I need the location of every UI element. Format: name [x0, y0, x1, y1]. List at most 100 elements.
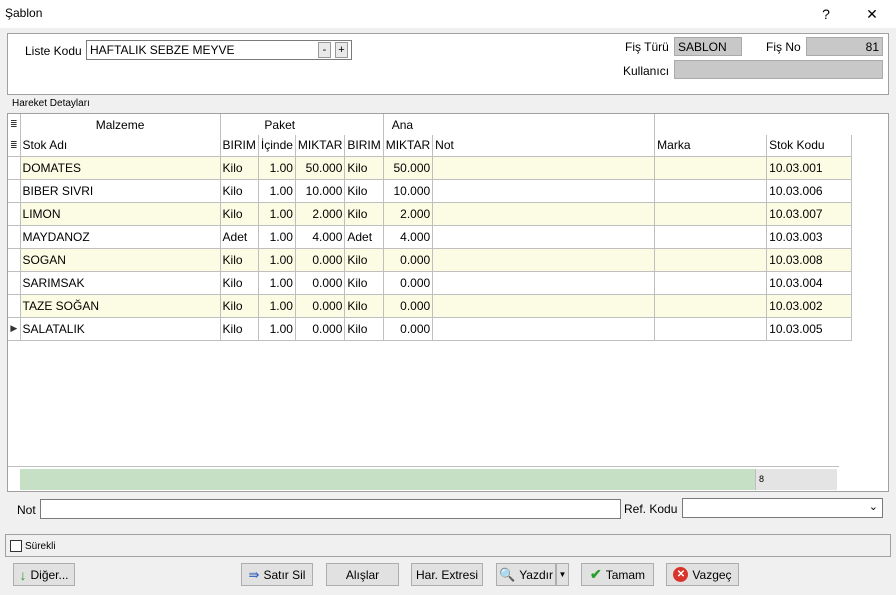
cell-ana-birim[interactable]: Kilo: [344, 317, 384, 341]
alislar-button[interactable]: Alışlar: [326, 563, 399, 586]
col-header-stok-kodu[interactable]: Stok Kodu: [766, 135, 853, 157]
row-indicator[interactable]: [8, 225, 21, 249]
cell-stok-kodu[interactable]: 10.03.004: [766, 271, 853, 295]
items-grid[interactable]: ≣ Malzeme Paket Ana ≣ Stok Adı BIRIM İçi…: [7, 113, 889, 492]
cell-not[interactable]: [432, 294, 656, 318]
cell-stok-kodu[interactable]: 10.03.001: [766, 156, 853, 180]
cell-icinde[interactable]: 1.00: [258, 202, 296, 226]
cell-paket-birim[interactable]: Kilo: [220, 179, 259, 203]
col-header-stok-adi[interactable]: Stok Adı: [20, 135, 221, 157]
cell-stok-adi[interactable]: SALATALIK: [20, 317, 221, 341]
cell-paket-birim[interactable]: Kilo: [220, 294, 259, 318]
cell-stok-adi[interactable]: MAYDANOZ: [20, 225, 221, 249]
cell-ana-birim[interactable]: Kilo: [344, 156, 384, 180]
not-input[interactable]: [40, 499, 621, 519]
cell-ana-miktar[interactable]: 2.000: [383, 202, 434, 226]
table-row[interactable]: BIBER SIVRI Kilo 1.00 10.000 Kilo 10.000 10.03…: [8, 179, 856, 203]
table-row[interactable]: MAYDANOZ Adet 1.00 4.000 Adet 4.000 10.03.003: [8, 225, 856, 249]
row-indicator[interactable]: [8, 179, 21, 203]
cell-not[interactable]: [432, 156, 656, 180]
col-header-icinde[interactable]: İçinde: [258, 135, 296, 157]
cell-marka[interactable]: [654, 271, 768, 295]
table-row[interactable]: SARIMSAK Kilo 1.00 0.000 Kilo 0.000 10.03.004: [8, 271, 856, 295]
row-indicator[interactable]: [8, 156, 21, 180]
cell-stok-kodu[interactable]: 10.03.002: [766, 294, 853, 318]
cell-marka[interactable]: [654, 225, 768, 249]
table-row[interactable]: SOGAN Kilo 1.00 0.000 Kilo 0.000 10.03.008: [8, 248, 856, 272]
table-row[interactable]: LIMON Kilo 1.00 2.000 Kilo 2.000 10.03.007: [8, 202, 856, 226]
col-header-ana-miktar[interactable]: MIKTAR: [383, 135, 434, 157]
help-button[interactable]: ?: [806, 0, 846, 28]
cell-paket-birim[interactable]: Kilo: [220, 317, 259, 341]
col-header-paket-miktar[interactable]: MIKTAR: [295, 135, 346, 157]
cell-stok-kodu[interactable]: 10.03.006: [766, 179, 853, 203]
cell-paket-miktar[interactable]: 2.000: [295, 202, 346, 226]
cell-marka[interactable]: [654, 317, 768, 341]
cell-paket-miktar[interactable]: 10.000: [295, 179, 346, 203]
cell-not[interactable]: [432, 271, 656, 295]
har-extresi-button[interactable]: Har. Extresi: [411, 563, 483, 586]
cell-ana-miktar[interactable]: 0.000: [383, 271, 434, 295]
cell-paket-birim[interactable]: Kilo: [220, 202, 259, 226]
cell-ana-miktar[interactable]: 4.000: [383, 225, 434, 249]
row-indicator[interactable]: [8, 294, 21, 318]
cell-ana-miktar[interactable]: 0.000: [383, 248, 434, 272]
yazdir-dropdown-button[interactable]: ▼: [556, 563, 569, 586]
row-indicator[interactable]: [8, 248, 21, 272]
close-button[interactable]: ✕: [852, 0, 892, 28]
cell-paket-birim[interactable]: Kilo: [220, 156, 259, 180]
minus-button[interactable]: -: [318, 42, 331, 58]
grid-column-menu-icon[interactable]: ≣: [8, 135, 21, 157]
cell-marka[interactable]: [654, 294, 768, 318]
cell-paket-miktar[interactable]: 0.000: [295, 271, 346, 295]
row-indicator[interactable]: [8, 271, 21, 295]
cell-marka[interactable]: [654, 156, 768, 180]
ref-kodu-select[interactable]: ⌄: [682, 498, 883, 518]
cell-icinde[interactable]: 1.00: [258, 248, 296, 272]
cell-stok-adi[interactable]: LIMON: [20, 202, 221, 226]
satir-sil-button[interactable]: ⇛ Satır Sil: [241, 563, 313, 586]
cell-ana-miktar[interactable]: 10.000: [383, 179, 434, 203]
cell-stok-adi[interactable]: SARIMSAK: [20, 271, 221, 295]
cell-paket-miktar[interactable]: 0.000: [295, 248, 346, 272]
cell-ana-miktar[interactable]: 0.000: [383, 317, 434, 341]
vazgec-button[interactable]: ✕ Vazgeç: [666, 563, 739, 586]
col-header-marka[interactable]: Marka: [654, 135, 768, 157]
cell-icinde[interactable]: 1.00: [258, 225, 296, 249]
cell-stok-adi[interactable]: DOMATES: [20, 156, 221, 180]
col-header-not[interactable]: Not: [432, 135, 656, 157]
cell-marka[interactable]: [654, 202, 768, 226]
cell-paket-birim[interactable]: Kilo: [220, 271, 259, 295]
table-row[interactable]: TAZE SOĞAN Kilo 1.00 0.000 Kilo 0.000 10.03.00…: [8, 294, 856, 318]
cell-ana-birim[interactable]: Kilo: [344, 179, 384, 203]
cell-marka[interactable]: [654, 179, 768, 203]
diger-button[interactable]: ↓ Diğer...: [13, 563, 75, 586]
cell-stok-kodu[interactable]: 10.03.007: [766, 202, 853, 226]
col-header-paket-birim[interactable]: BIRIM: [220, 135, 259, 157]
cell-ana-birim[interactable]: Kilo: [344, 271, 384, 295]
cell-icinde[interactable]: 1.00: [258, 294, 296, 318]
cell-paket-miktar[interactable]: 4.000: [295, 225, 346, 249]
cell-icinde[interactable]: 1.00: [258, 271, 296, 295]
cell-marka[interactable]: [654, 248, 768, 272]
cell-icinde[interactable]: 1.00: [258, 156, 296, 180]
surekli-checkbox[interactable]: [10, 540, 22, 552]
cell-not[interactable]: [432, 179, 656, 203]
row-indicator[interactable]: [8, 202, 21, 226]
cell-ana-birim[interactable]: Kilo: [344, 294, 384, 318]
cell-not[interactable]: [432, 317, 656, 341]
cell-ana-birim[interactable]: Adet: [344, 225, 384, 249]
cell-not[interactable]: [432, 225, 656, 249]
cell-stok-kodu[interactable]: 10.03.003: [766, 225, 853, 249]
grid-menu-icon[interactable]: ≣: [8, 114, 21, 135]
cell-paket-miktar[interactable]: 0.000: [295, 294, 346, 318]
liste-kodu-field[interactable]: HAFTALIK SEBZE MEYVE: [86, 40, 352, 60]
cell-paket-birim[interactable]: Kilo: [220, 248, 259, 272]
cell-not[interactable]: [432, 248, 656, 272]
cell-paket-miktar[interactable]: 0.000: [295, 317, 346, 341]
plus-button[interactable]: +: [335, 42, 348, 58]
table-row[interactable]: ▶ SALATALIK Kilo 1.00 0.000 Kilo 0.000 10.03.00…: [8, 317, 856, 341]
tamam-button[interactable]: ✔ Tamam: [581, 563, 654, 586]
col-header-ana-birim[interactable]: BIRIM: [344, 135, 384, 157]
cell-stok-adi[interactable]: BIBER SIVRI: [20, 179, 221, 203]
